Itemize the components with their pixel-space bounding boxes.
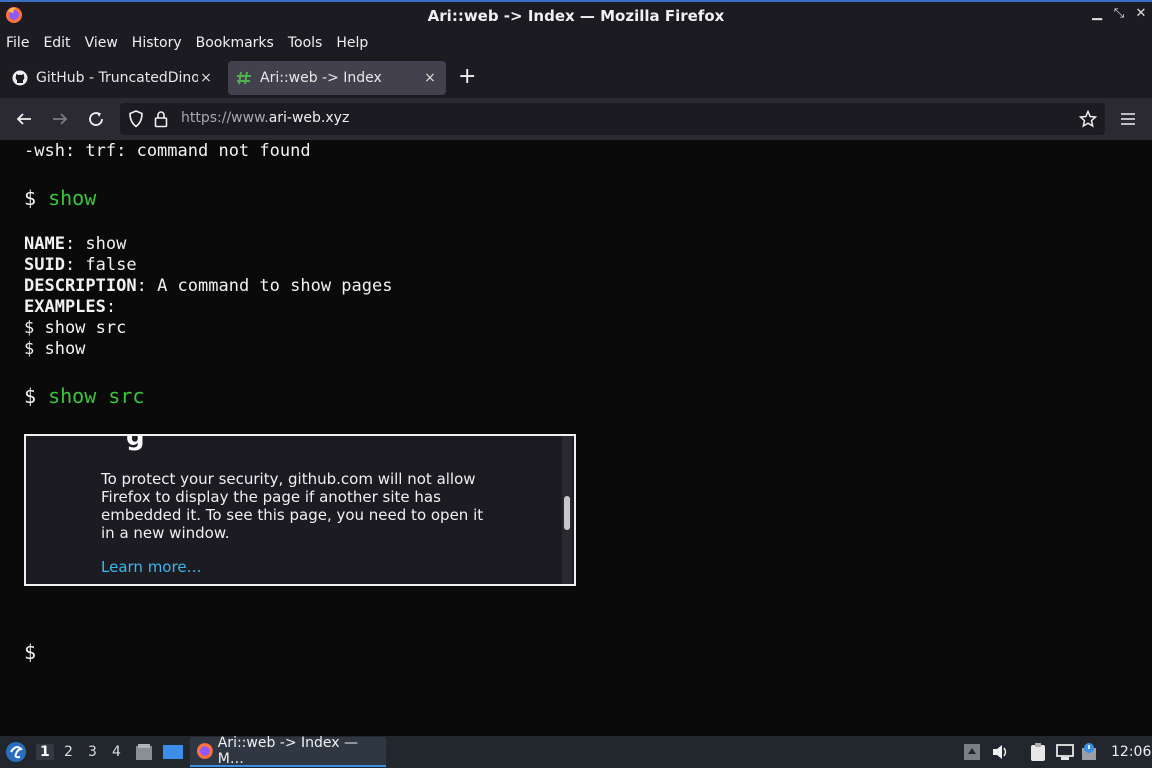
example-line: $ show src bbox=[24, 318, 127, 338]
taskbar: 1 2 3 4 Ari::web -> Index — M… 12:06 bbox=[0, 735, 1152, 768]
menu-help[interactable]: Help bbox=[336, 35, 368, 51]
taskbar-firefox-task[interactable]: Ari::web -> Index — M… bbox=[190, 735, 386, 767]
workspace-1[interactable]: 1 bbox=[36, 744, 54, 760]
tab-label: Ari::web -> Index bbox=[260, 70, 382, 86]
example-line: $ show bbox=[24, 339, 86, 359]
help-name-line: NAME: show bbox=[24, 234, 126, 254]
app-menu-button[interactable] bbox=[1115, 106, 1141, 132]
firefox-logo-icon bbox=[6, 7, 22, 23]
window-title: Ari::web -> Index — Mozilla Firefox bbox=[427, 6, 725, 25]
learn-more-link[interactable]: Learn more… bbox=[101, 558, 202, 576]
start-menu-icon[interactable] bbox=[5, 741, 27, 763]
input-prompt[interactable]: $ bbox=[24, 640, 36, 664]
restore-icon[interactable]: ⤡ bbox=[1110, 6, 1128, 21]
reload-icon bbox=[89, 112, 103, 126]
reload-button[interactable] bbox=[83, 106, 109, 132]
tab-close-icon[interactable]: × bbox=[422, 70, 438, 86]
frame-scrollbar-thumb[interactable] bbox=[564, 496, 570, 530]
hamburger-menu-icon bbox=[1121, 113, 1135, 125]
desktop-icon[interactable] bbox=[162, 742, 184, 762]
hash-favicon-icon bbox=[237, 71, 251, 85]
url-host: ari-web.xyz bbox=[268, 110, 350, 126]
error-line: -wsh: trf: command not found bbox=[24, 141, 311, 161]
workspace-4[interactable]: 4 bbox=[112, 744, 121, 760]
help-value: : false bbox=[64, 255, 137, 275]
arrow-left-icon bbox=[16, 113, 31, 125]
workspace-3[interactable]: 3 bbox=[88, 744, 97, 760]
command-line: $ show bbox=[24, 186, 96, 210]
blocked-frame-message: To protect your security, github.com wil… bbox=[101, 470, 484, 542]
clock[interactable]: 12:06 bbox=[1111, 744, 1151, 760]
arrow-right-icon bbox=[53, 113, 68, 125]
help-description-line: DESCRIPTION: A command to show pages bbox=[24, 276, 392, 296]
menu-bar: File Edit View History Bookmarks Tools H… bbox=[0, 29, 1152, 57]
shield-icon[interactable] bbox=[128, 110, 144, 128]
help-value: : show bbox=[64, 234, 127, 254]
help-suid-line: SUID: false bbox=[24, 255, 137, 275]
star-bookmark-icon[interactable] bbox=[1079, 110, 1097, 128]
new-tab-button[interactable]: + bbox=[458, 66, 476, 88]
navigation-bar: https://www.ari-web.xyz bbox=[0, 98, 1152, 140]
menu-file[interactable]: File bbox=[6, 35, 29, 51]
help-key: NAME bbox=[24, 234, 65, 254]
menu-edit[interactable]: Edit bbox=[43, 35, 70, 51]
firefox-icon bbox=[196, 743, 213, 759]
menu-history[interactable]: History bbox=[132, 35, 182, 51]
workspace-2[interactable]: 2 bbox=[64, 744, 73, 760]
page-content: -wsh: trf: command not found $ show NAME… bbox=[0, 140, 1152, 736]
window-titlebar: Ari::web -> Index — Mozilla Firefox ▁ ⤡ … bbox=[0, 0, 1152, 29]
help-value: : A command to show pages bbox=[136, 276, 393, 296]
back-button[interactable] bbox=[11, 106, 37, 132]
tray-up-arrow-icon[interactable] bbox=[962, 742, 982, 762]
prompt-symbol: $ bbox=[24, 186, 37, 210]
clipboard-icon[interactable] bbox=[1028, 742, 1048, 762]
file-manager-icon[interactable] bbox=[134, 742, 154, 762]
help-examples-line: EXAMPLES: bbox=[24, 297, 116, 317]
tab-github[interactable]: GitHub - TruncatedDinosour × bbox=[4, 61, 222, 95]
tab-label: GitHub - TruncatedDinosour bbox=[36, 70, 198, 86]
command-text: show src bbox=[48, 384, 145, 408]
network-icon[interactable] bbox=[1055, 742, 1075, 762]
tab-ari-web[interactable]: Ari::web -> Index × bbox=[228, 61, 446, 95]
menu-tools[interactable]: Tools bbox=[288, 35, 323, 51]
tab-bar: GitHub - TruncatedDinosour × Ari::web ->… bbox=[0, 57, 1152, 98]
clipped-heading-fragment: g bbox=[126, 434, 145, 452]
help-key: SUID bbox=[24, 255, 65, 275]
menu-view[interactable]: View bbox=[85, 35, 118, 51]
url-text[interactable]: https://www.ari-web.xyz bbox=[181, 110, 349, 126]
embedded-frame[interactable]: g To protect your security, github.com w… bbox=[24, 434, 576, 586]
help-value: : bbox=[105, 297, 117, 317]
command-line: $ show src bbox=[24, 384, 144, 408]
command-text: show bbox=[48, 186, 97, 210]
minimize-icon[interactable]: ▁ bbox=[1088, 6, 1106, 21]
task-label: Ari::web -> Index — M… bbox=[217, 735, 359, 767]
github-icon bbox=[12, 70, 28, 86]
prompt-symbol: $ bbox=[24, 384, 37, 408]
help-key: EXAMPLES bbox=[24, 297, 106, 317]
lock-icon[interactable] bbox=[154, 110, 168, 128]
tab-close-icon[interactable]: × bbox=[198, 70, 214, 86]
url-bar[interactable]: https://www.ari-web.xyz bbox=[120, 103, 1105, 135]
menu-bookmarks[interactable]: Bookmarks bbox=[196, 35, 274, 51]
close-window-icon[interactable]: ✕ bbox=[1132, 6, 1150, 21]
help-key: DESCRIPTION bbox=[24, 276, 137, 296]
notification-icon[interactable] bbox=[1080, 742, 1100, 762]
url-scheme: https://www. bbox=[181, 110, 269, 126]
forward-button[interactable] bbox=[47, 106, 73, 132]
volume-icon[interactable] bbox=[990, 742, 1010, 762]
